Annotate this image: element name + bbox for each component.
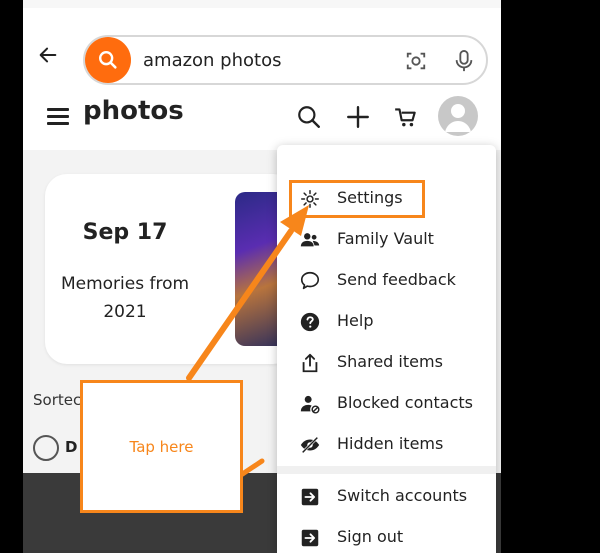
speech-bubble-icon bbox=[300, 271, 320, 290]
search-bar[interactable]: amazon photos bbox=[83, 35, 488, 85]
cart-icon[interactable] bbox=[393, 104, 419, 130]
hamburger-menu-icon[interactable] bbox=[47, 108, 69, 126]
page-title: photos bbox=[83, 96, 184, 126]
group-label: D bbox=[65, 438, 78, 456]
select-check-icon[interactable] bbox=[33, 435, 59, 461]
search-icon bbox=[99, 51, 117, 69]
memory-subtitle-line1: Memories from bbox=[60, 274, 190, 294]
annotation-callout: Tap here bbox=[80, 380, 243, 513]
switch-icon bbox=[301, 488, 319, 506]
sign-out-icon bbox=[301, 529, 319, 547]
menu-divider bbox=[277, 466, 496, 474]
menu-label-sign-out: Sign out bbox=[337, 527, 404, 546]
camera-lens-icon[interactable] bbox=[405, 50, 427, 72]
menu-item-sign-out[interactable]: Sign out bbox=[277, 519, 496, 553]
memory-date: Sep 17 bbox=[82, 220, 168, 245]
menu-item-help[interactable]: Help bbox=[277, 303, 496, 341]
search-button[interactable] bbox=[85, 37, 131, 83]
menu-label-help: Help bbox=[337, 311, 374, 330]
app-header: photos bbox=[23, 90, 501, 150]
sorted-label: Sortec bbox=[33, 391, 82, 409]
menu-label-shared-items: Shared items bbox=[337, 352, 443, 371]
menu-item-shared-items[interactable]: Shared items bbox=[277, 344, 496, 382]
back-arrow-icon[interactable] bbox=[37, 44, 59, 66]
menu-item-hidden-items[interactable]: Hidden items bbox=[277, 426, 496, 464]
menu-label-hidden-items: Hidden items bbox=[337, 434, 444, 453]
people-icon bbox=[300, 233, 320, 247]
menu-item-switch-accounts[interactable]: Switch accounts bbox=[277, 478, 496, 516]
share-icon bbox=[302, 353, 318, 373]
memory-subtitle-line2: 2021 bbox=[103, 302, 147, 322]
memory-subtitle: Memories from 2021 bbox=[55, 270, 195, 326]
menu-item-send-feedback[interactable]: Send feedback bbox=[277, 262, 496, 300]
memories-card[interactable]: Sep 17 Memories from 2021 bbox=[45, 174, 295, 364]
add-icon[interactable] bbox=[345, 104, 371, 130]
blocked-user-icon bbox=[300, 395, 320, 414]
search-icon[interactable] bbox=[296, 104, 322, 130]
menu-item-blocked-contacts[interactable]: Blocked contacts bbox=[277, 385, 496, 423]
microphone-icon[interactable] bbox=[453, 48, 475, 74]
top-search-bar: amazon photos bbox=[23, 8, 501, 90]
menu-label-switch-accounts: Switch accounts bbox=[337, 486, 468, 505]
user-icon bbox=[445, 104, 471, 132]
menu-label-family-vault: Family Vault bbox=[337, 229, 434, 248]
menu-item-family-vault[interactable]: Family Vault bbox=[277, 221, 496, 259]
hidden-eye-icon bbox=[300, 436, 320, 454]
status-bar bbox=[23, 0, 501, 8]
avatar[interactable] bbox=[438, 96, 478, 136]
callout-text: Tap here bbox=[129, 438, 194, 456]
menu-label-send-feedback: Send feedback bbox=[337, 270, 456, 289]
menu-label-blocked-contacts: Blocked contacts bbox=[337, 393, 473, 412]
settings-highlight-box bbox=[289, 180, 425, 218]
search-input[interactable]: amazon photos bbox=[143, 50, 281, 71]
help-icon bbox=[300, 312, 320, 332]
